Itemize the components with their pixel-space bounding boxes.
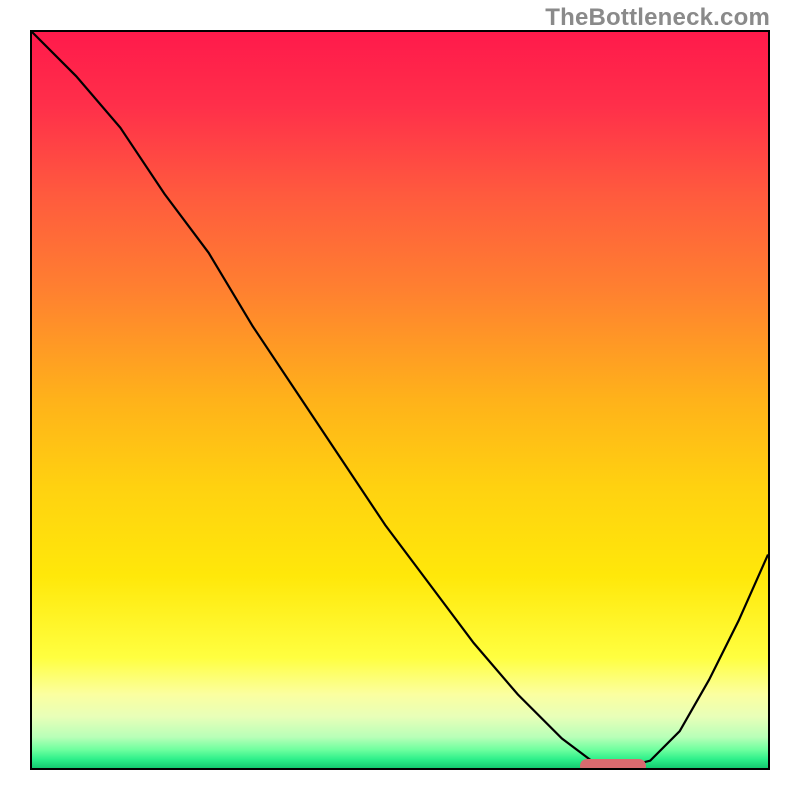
optimal-range-marker [580,759,647,770]
chart-container: TheBottleneck.com [0,0,800,800]
curve-line [32,32,768,768]
watermark-label: TheBottleneck.com [545,4,770,32]
plot-area [30,30,770,770]
